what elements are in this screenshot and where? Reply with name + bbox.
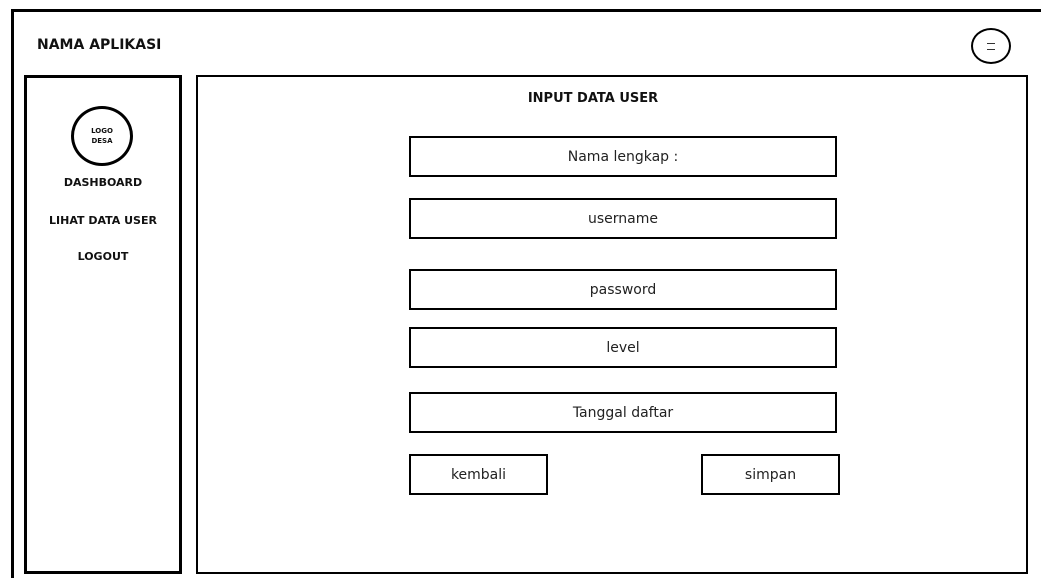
sidebar-item-dashboard[interactable]: DASHBOARD [27,176,179,189]
sidebar-item-logout[interactable]: LOGOUT [27,250,179,263]
main-panel: INPUT DATA USER Nama lengkap : username … [196,75,1028,574]
logo: LOGO DESA [71,106,133,166]
logo-text-line1: LOGO [91,127,113,135]
logo-text-line2: DESA [91,137,113,145]
password-label: password [589,281,657,298]
nama-lengkap-label: Nama lengkap : [567,148,679,165]
simpan-button-label: simpan [744,466,797,483]
tanggal-daftar-label: Tanggal daftar [572,404,674,421]
sidebar-item-lihat-data-user[interactable]: LIHAT DATA USER [27,214,179,227]
nama-lengkap-field[interactable]: Nama lengkap : [409,136,837,177]
menu-button[interactable] [971,28,1011,64]
kembali-button-label: kembali [450,466,507,483]
username-label: username [588,210,658,227]
level-field[interactable]: level [409,327,837,368]
simpan-button[interactable]: simpan [701,454,840,495]
tanggal-daftar-field[interactable]: Tanggal daftar [409,392,837,433]
sidebar: LOGO DESA DASHBOARD LIHAT DATA USER LOGO… [24,75,182,574]
password-field[interactable]: password [409,269,837,310]
username-field[interactable]: username [409,198,837,239]
page-title: INPUT DATA USER [527,91,659,106]
menu-icon [987,42,995,50]
level-label: level [606,339,640,356]
kembali-button[interactable]: kembali [409,454,548,495]
app-title: NAMA APLIKASI [37,37,162,53]
